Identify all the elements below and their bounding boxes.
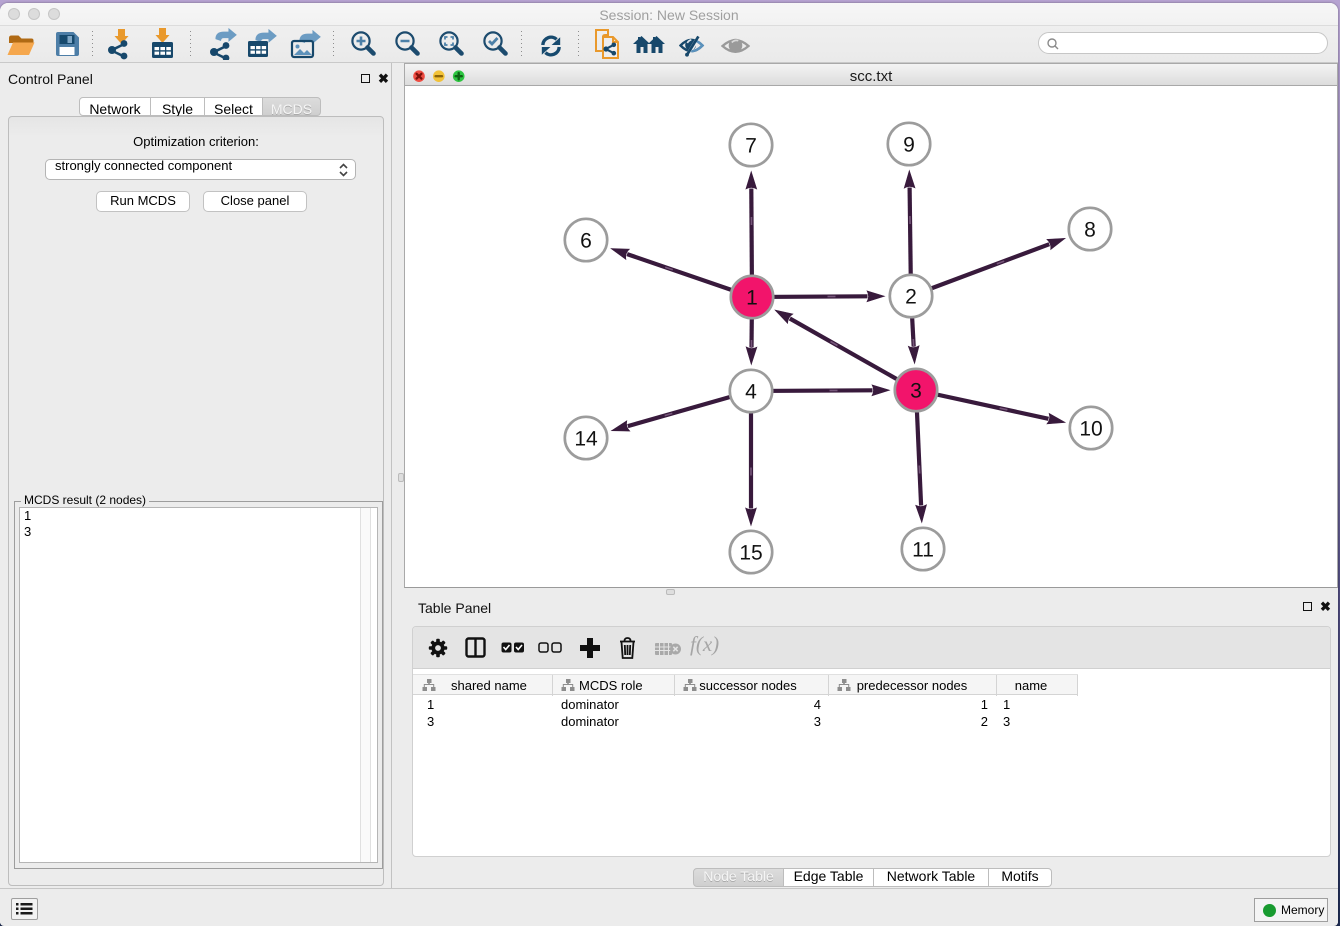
svg-text:2: 2 <box>905 285 917 308</box>
svg-text:11: 11 <box>912 538 934 561</box>
svg-text:7: 7 <box>745 134 757 157</box>
svg-text:9: 9 <box>903 133 915 156</box>
svg-text:6: 6 <box>580 229 592 252</box>
svg-text:1: 1 <box>746 286 758 309</box>
svg-text:8: 8 <box>1084 218 1096 241</box>
svg-text:14: 14 <box>574 427 598 450</box>
svg-text:10: 10 <box>1079 417 1102 440</box>
svg-text:15: 15 <box>739 541 762 564</box>
svg-text:4: 4 <box>745 380 757 403</box>
svg-text:3: 3 <box>910 379 922 402</box>
